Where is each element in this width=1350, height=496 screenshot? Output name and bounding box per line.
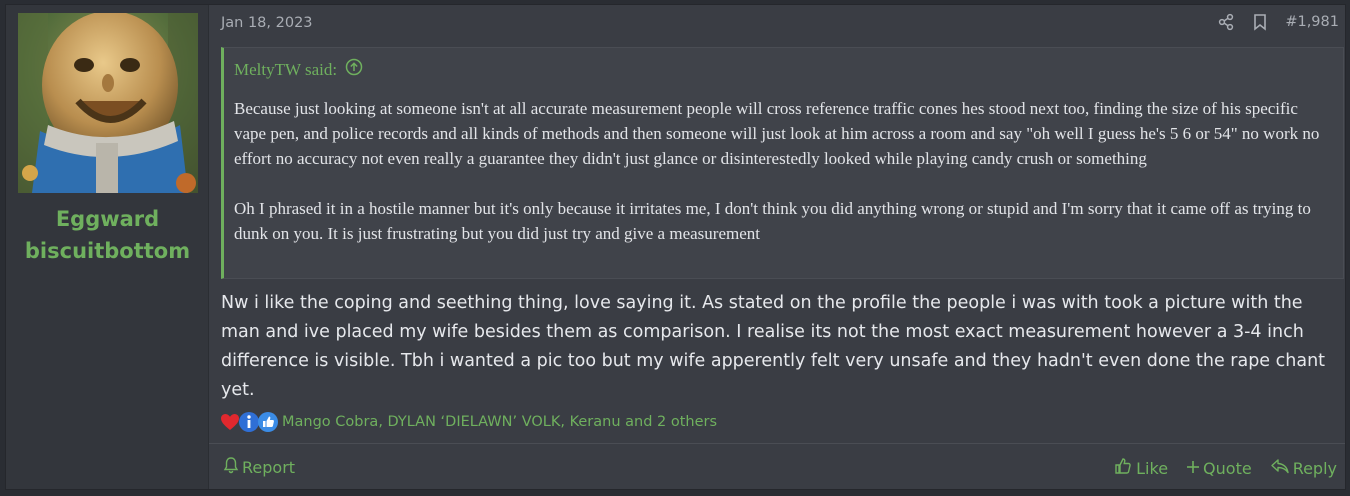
user-panel: Eggward biscuitbottom <box>6 5 209 489</box>
post-actions: Like Quote Reply <box>1113 456 1337 480</box>
quote-author[interactable]: MeltyTW said: <box>234 60 337 80</box>
reply-label: Reply <box>1292 458 1337 478</box>
bookmark-icon[interactable] <box>1251 13 1269 31</box>
quote-header[interactable]: MeltyTW said: <box>234 58 363 81</box>
post-number[interactable]: #1,981 <box>1285 14 1339 30</box>
reaction-icons[interactable] <box>219 411 279 433</box>
username-link[interactable]: Eggward biscuitbottom <box>6 203 209 267</box>
report-label: Report <box>242 457 296 477</box>
humpty-dumpty-avatar-icon <box>18 13 198 193</box>
report-button[interactable]: Report <box>223 456 295 478</box>
reply-button[interactable]: Reply <box>1270 457 1337 479</box>
reaction-users[interactable]: Mango Cobra, DYLAN ‘DIELAWN’ VOLK, Keran… <box>282 414 717 430</box>
quote-paragraph: Because just looking at someone isn't at… <box>234 99 1320 168</box>
message-body: Nw i like the coping and seething thing,… <box>221 293 1326 400</box>
thumbs-up-icon <box>257 411 279 433</box>
reply-arrow-icon <box>1270 457 1290 479</box>
post-footer: Report Like Quote Reply <box>209 443 1345 489</box>
quote-paragraph: Oh I phrased it in a hostile manner but … <box>234 199 1311 243</box>
bell-icon <box>223 456 239 478</box>
post-content: Jan 18, 2023 #1,981 MeltyTW said: Becaus… <box>209 5 1345 489</box>
plus-icon <box>1186 459 1200 478</box>
quote-body: Because just looking at someone isn't at… <box>234 96 1334 246</box>
arrow-up-circle-icon[interactable] <box>345 58 363 81</box>
quote-button[interactable]: Quote <box>1186 459 1252 478</box>
avatar[interactable] <box>18 13 198 193</box>
reactions-bar[interactable]: Mango Cobra, DYLAN ‘DIELAWN’ VOLK, Keran… <box>219 411 717 433</box>
quote-label: Quote <box>1203 458 1252 478</box>
post-tools: #1,981 <box>1217 13 1339 31</box>
like-label: Like <box>1136 458 1169 478</box>
thumbs-up-outline-icon <box>1113 456 1133 480</box>
like-button[interactable]: Like <box>1113 456 1168 480</box>
post-date[interactable]: Jan 18, 2023 <box>221 15 313 31</box>
quote-block: MeltyTW said: Because just looking at so… <box>221 47 1344 279</box>
share-icon[interactable] <box>1217 13 1235 31</box>
forum-post: Eggward biscuitbottom Jan 18, 2023 #1,98… <box>5 4 1346 490</box>
